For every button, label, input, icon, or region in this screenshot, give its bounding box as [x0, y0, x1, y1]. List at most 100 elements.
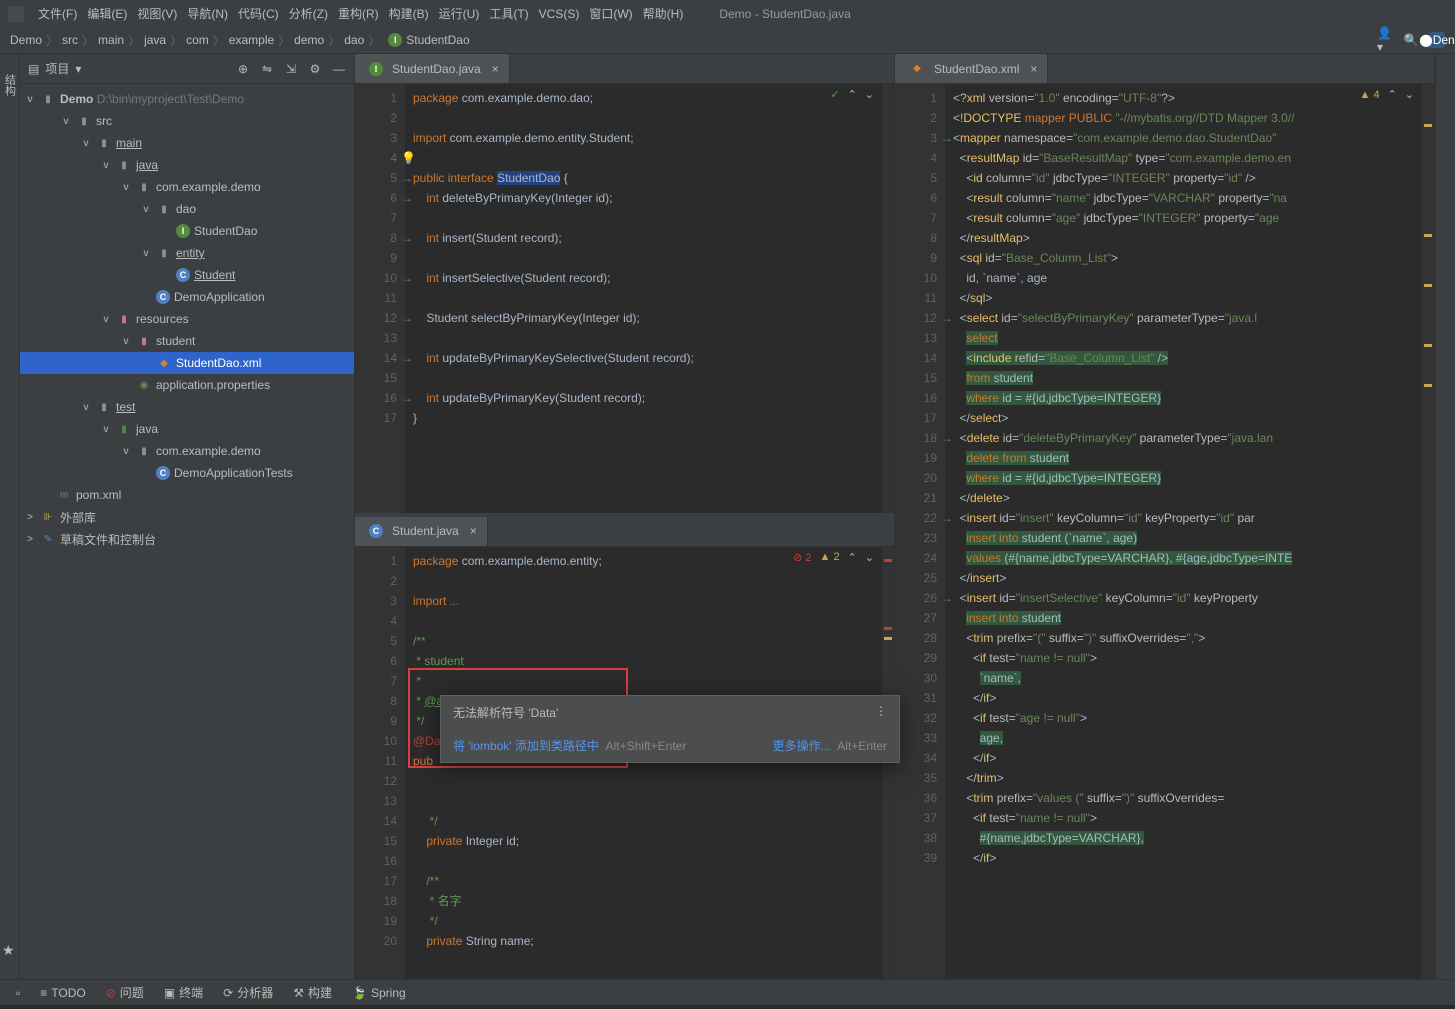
error-badge[interactable]: ⊘ 2 — [793, 551, 811, 564]
tree-node[interactable]: v▮student — [20, 330, 354, 352]
tree-node[interactable]: v▮main — [20, 132, 354, 154]
menu-item[interactable]: 编辑(E) — [83, 7, 131, 21]
menu-item[interactable]: 工具(T) — [485, 7, 532, 21]
hide-icon[interactable]: — — [332, 62, 346, 76]
menu-item[interactable]: 运行(U) — [435, 7, 484, 21]
status-item[interactable]: 🍃Spring — [344, 986, 414, 1000]
next-error-icon[interactable]: ⌃ — [848, 551, 857, 564]
left-tab-structure[interactable]: 结构 — [2, 74, 18, 96]
tab-student-java[interactable]: C Student.java × — [355, 517, 488, 546]
tree-node[interactable]: v▮com.example.demo — [20, 176, 354, 198]
window-title: Demo - StudentDao.java — [719, 7, 850, 21]
status-item[interactable]: ⊘问题 — [98, 984, 152, 1001]
user-icon[interactable]: 👤▾ — [1377, 32, 1393, 48]
breadcrumb-item[interactable]: dao — [344, 33, 364, 47]
tree-node[interactable]: >⊪外部库 — [20, 506, 354, 528]
menu-item[interactable]: 分析(Z) — [285, 7, 332, 21]
navigation-bar: Demo〉src〉main〉java〉com〉example〉demo〉dao〉… — [0, 27, 1455, 54]
prev-error-icon[interactable]: ⌄ — [1405, 88, 1414, 101]
tree-node[interactable]: ◉application.properties — [20, 374, 354, 396]
tool-window-stripe-right — [1435, 54, 1455, 979]
status-bar: ▫ ≡TODO ⊘问题▣终端⟳分析器⚒构建 🍃Spring — [0, 979, 1455, 1005]
tree-node[interactable]: CDemoApplication — [20, 286, 354, 308]
breadcrumb-item[interactable]: com — [186, 33, 209, 47]
menu-bar: 文件(F)编辑(E)视图(V)导航(N)代码(C)分析(Z)重构(R)构建(B)… — [0, 0, 1455, 27]
expand-icon[interactable]: ⇋ — [260, 62, 274, 76]
breadcrumb-item[interactable]: src — [62, 33, 78, 47]
tab-studentdao-java[interactable]: I StudentDao.java × — [355, 54, 510, 83]
menu-item[interactable]: 代码(C) — [234, 7, 283, 21]
tree-node[interactable]: v▮com.example.demo — [20, 440, 354, 462]
run-config-button[interactable]: ⬤ Den — [1429, 32, 1445, 48]
interface-icon: I — [369, 62, 383, 76]
breadcrumb-item[interactable]: example — [229, 33, 274, 47]
status-item[interactable]: ≡TODO — [32, 986, 93, 1000]
close-icon[interactable]: × — [492, 62, 499, 76]
tool-window-stripe-left: 结构 — [0, 54, 20, 979]
tree-node[interactable]: ◆StudentDao.xml — [20, 352, 354, 374]
prev-error-icon[interactable]: ⌄ — [865, 551, 874, 564]
menu-item[interactable]: 帮助(H) — [639, 7, 688, 21]
close-icon[interactable]: × — [470, 524, 477, 538]
popup-shortcut: Alt+Shift+Enter — [606, 739, 687, 753]
tree-node[interactable]: v▮resources — [20, 308, 354, 330]
breadcrumb-item[interactable]: main — [98, 33, 124, 47]
next-error-icon[interactable]: ⌃ — [848, 88, 857, 101]
dropdown-arrow-icon[interactable]: ▾ — [75, 62, 81, 76]
menu-item[interactable]: 构建(B) — [385, 7, 433, 21]
breadcrumb-item[interactable]: Demo — [10, 33, 42, 47]
tool-window-quick-access-icon[interactable]: ▫ — [8, 986, 28, 1000]
menu-item[interactable]: 文件(F) — [34, 7, 81, 21]
project-tool-window: ▤ 项目 ▾ ⊕ ⇋ ⇲ ⚙ — v▮Demo D:\bin\myproject… — [20, 54, 355, 979]
popup-error-message: 无法解析符号 'Data' — [453, 704, 558, 721]
favorites-star-icon[interactable]: ★ — [2, 942, 15, 959]
tree-node[interactable]: v▮java — [20, 418, 354, 440]
warning-badge[interactable]: ▲ 2 — [819, 551, 839, 563]
breadcrumb-item[interactable]: java — [144, 33, 166, 47]
close-icon[interactable]: × — [1030, 62, 1037, 76]
editor-content[interactable]: <?xml version="1.0" encoding="UTF-8"?><!… — [945, 84, 1422, 979]
error-stripe[interactable] — [1422, 84, 1434, 979]
search-icon[interactable]: 🔍 — [1403, 32, 1419, 48]
popup-quickfix-action[interactable]: 将 'lombok' 添加到类路径中 — [453, 739, 599, 753]
tree-root[interactable]: v▮Demo D:\bin\myproject\Test\Demo — [20, 88, 354, 110]
locate-icon[interactable]: ⊕ — [236, 62, 250, 76]
tree-node[interactable]: mpom.xml — [20, 484, 354, 506]
error-stripe[interactable] — [882, 84, 894, 513]
tab-studentdao-xml[interactable]: ◆ StudentDao.xml × — [895, 54, 1048, 83]
breadcrumbs: Demo〉src〉main〉java〉com〉example〉demo〉dao〉… — [10, 32, 470, 49]
tree-node[interactable]: IStudentDao — [20, 220, 354, 242]
prev-error-icon[interactable]: ⌄ — [865, 88, 874, 101]
tree-node[interactable]: v▮dao — [20, 198, 354, 220]
tree-node[interactable]: v▮test — [20, 396, 354, 418]
menu-item[interactable]: 窗口(W) — [585, 7, 636, 21]
project-view-icon: ▤ — [28, 62, 39, 76]
tree-node[interactable]: CDemoApplicationTests — [20, 462, 354, 484]
tree-node[interactable]: CStudent — [20, 264, 354, 286]
tree-node[interactable]: v▮java — [20, 154, 354, 176]
menu-item[interactable]: 视图(V) — [133, 7, 181, 21]
project-tree[interactable]: v▮Demo D:\bin\myproject\Test\Demov▮srcv▮… — [20, 84, 354, 979]
tree-node[interactable]: v▮src — [20, 110, 354, 132]
breadcrumb-item[interactable]: StudentDao — [406, 33, 469, 47]
editor-content[interactable]: package com.example.demo.dao; import com… — [405, 84, 882, 513]
warning-badge[interactable]: ▲ 4 — [1359, 89, 1379, 101]
editor-split-left: I StudentDao.java × 1234💡5→6→78→910→1112… — [355, 54, 895, 979]
status-item[interactable]: ▣终端 — [156, 984, 211, 1001]
menu-item[interactable]: VCS(S) — [535, 7, 584, 21]
popup-more-actions[interactable]: 更多操作... — [773, 739, 831, 753]
status-item[interactable]: ⚒构建 — [285, 984, 340, 1001]
status-item[interactable]: ⟳分析器 — [215, 984, 281, 1001]
class-icon: C — [369, 524, 383, 538]
menu-item[interactable]: 导航(N) — [183, 7, 232, 21]
tree-node[interactable]: v▮entity — [20, 242, 354, 264]
xml-icon: ◆ — [909, 61, 925, 77]
settings-icon[interactable]: ⚙ — [308, 62, 322, 76]
tree-node[interactable]: >✎草稿文件和控制台 — [20, 528, 354, 550]
breadcrumb-item[interactable]: demo — [294, 33, 324, 47]
editor-split-right: ◆ StudentDao.xml × 123→456789101112→1314… — [895, 54, 1435, 979]
collapse-icon[interactable]: ⇲ — [284, 62, 298, 76]
popup-menu-icon[interactable]: ⋮ — [875, 704, 887, 721]
next-error-icon[interactable]: ⌃ — [1388, 88, 1397, 101]
menu-item[interactable]: 重构(R) — [334, 7, 383, 21]
